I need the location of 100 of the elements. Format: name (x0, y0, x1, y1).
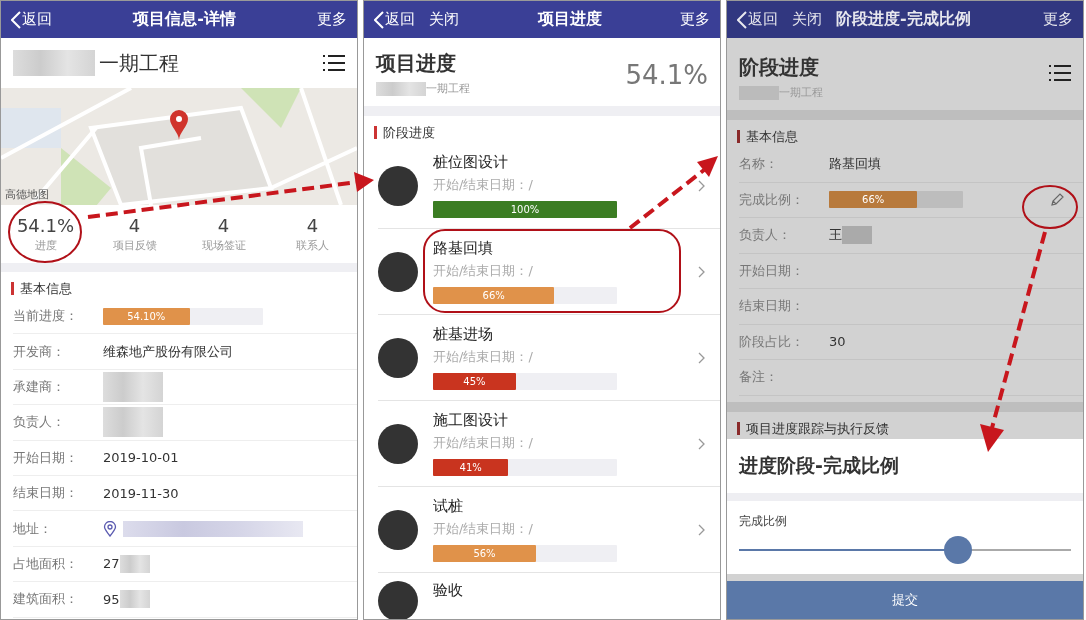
location-pin-icon (103, 520, 117, 537)
stage-dates: 开始/结束日期：/ (433, 348, 534, 366)
field-label: 当前进度： (13, 307, 79, 326)
field-label: 完成比例 (738, 512, 788, 530)
field-label: 开发商： (13, 342, 66, 361)
menu-icon[interactable] (323, 54, 345, 72)
section-heading: 基本信息 (11, 282, 357, 295)
progress-fill: 56% (433, 545, 537, 562)
field-label: 开始日期： (13, 448, 79, 467)
avatar-photo-placeholder (378, 509, 418, 550)
avatar-photo-placeholder (378, 165, 418, 206)
slider[interactable] (739, 535, 1071, 564)
chevron-icon (11, 10, 21, 29)
field-label: 负责人： (13, 413, 66, 432)
field-value: 30 (829, 334, 846, 350)
stage-list-item[interactable]: 验收 (378, 573, 720, 619)
blurred-text-placeholder (376, 81, 426, 96)
back-button[interactable]: 返回 (11, 10, 52, 29)
stage-list-item[interactable]: 试桩 开始/结束日期：/ 56% (378, 487, 720, 573)
stat-button[interactable]: 4 现场签证 (179, 205, 268, 263)
page-title: 阶段进度 (739, 54, 820, 81)
field-value: 路基回填 (829, 155, 881, 174)
stage-name: 路基回填 (433, 239, 494, 258)
stage-name: 试桩 (433, 497, 464, 516)
stage-list-item[interactable]: 桩位图设计 开始/结束日期：/ 100% (378, 143, 720, 229)
pencil-icon[interactable] (1049, 191, 1065, 208)
screen-title: 项目信息-详情 (131, 9, 237, 30)
field-label: 负责人： (739, 226, 792, 245)
field-label: 开始日期： (739, 261, 805, 280)
progress-fill: 66% (829, 191, 918, 209)
stage-dates: 开始/结束日期：/ (433, 176, 534, 194)
sheet-title: 进度阶段-完成比例 (727, 438, 1083, 501)
field-label: 地址： (13, 519, 53, 538)
progress-fill: 100% (433, 201, 617, 218)
progress-fill: 41% (433, 459, 509, 476)
field-label: 备注： (739, 368, 779, 387)
back-button[interactable]: 返回 (737, 10, 778, 29)
avatar-photo-placeholder (378, 337, 418, 378)
stage-name: 验收 (433, 581, 464, 600)
stage-list-item[interactable]: 桩基进场 开始/结束日期：/ 45% (378, 315, 720, 401)
blurred-text-placeholder (119, 590, 150, 609)
chevron-icon (374, 10, 384, 29)
close-button[interactable]: 关闭 (429, 10, 459, 29)
stage-name: 桩位图设计 (433, 153, 509, 172)
stat-button[interactable]: 54.1% 进度 (1, 205, 90, 263)
field-label: 阶段占比： (739, 332, 805, 351)
field-value: 2019-10-01 (103, 450, 179, 466)
blurred-text-placeholder (119, 554, 150, 573)
stat-button[interactable]: 4 联系人 (268, 205, 357, 263)
blurred-text-placeholder (103, 371, 163, 402)
more-button[interactable]: 更多 (680, 10, 710, 29)
chevron-right-icon (698, 179, 706, 192)
chevron-right-icon (698, 265, 706, 278)
field-value: 95 (103, 591, 120, 607)
screen-title: 项目进度 (536, 9, 603, 30)
page-title: 项目进度 (376, 50, 457, 77)
field-label: 建筑面积： (13, 590, 79, 609)
field-label: 承建商： (13, 377, 66, 396)
stage-name: 施工图设计 (433, 411, 509, 430)
more-button[interactable]: 更多 (1043, 10, 1073, 29)
field-label: 结束日期： (739, 297, 805, 316)
project-subtitle: 一期工程 (426, 81, 470, 96)
field-value: 2019-11-30 (103, 485, 179, 501)
stage-dates: 开始/结束日期：/ (433, 434, 534, 452)
chevron-right-icon (698, 351, 706, 364)
menu-icon[interactable] (1049, 64, 1071, 82)
field-label: 完成比例： (739, 190, 805, 209)
avatar-photo-placeholder (378, 423, 418, 464)
stage-list-item[interactable]: 路基回填 开始/结束日期：/ 66% (378, 229, 720, 315)
field-value: 27 (103, 556, 120, 572)
progress-fill: 66% (433, 287, 555, 304)
stat-button[interactable]: 4 项目反馈 (90, 205, 179, 263)
section-heading: 基本信息 (737, 130, 1083, 143)
section-heading: 阶段进度 (374, 126, 720, 139)
overall-progress-value: 54.1% (625, 60, 708, 90)
chevron-icon (737, 10, 747, 29)
slider-thumb[interactable] (944, 535, 973, 564)
field-label: 名称： (739, 155, 779, 174)
field-value: 维森地产股份有限公司 (103, 342, 233, 361)
close-button[interactable]: 关闭 (792, 10, 822, 29)
submit-button[interactable]: 提交 (727, 581, 1083, 619)
stage-dates: 开始/结束日期：/ (433, 262, 534, 280)
blurred-text-placeholder (842, 226, 872, 245)
field-value: 王 (829, 226, 842, 245)
chevron-right-icon (698, 523, 706, 536)
screen-title: 阶段进度-完成比例 (836, 9, 972, 30)
blurred-text-placeholder (103, 407, 163, 438)
more-button[interactable]: 更多 (317, 10, 347, 29)
chevron-right-icon (698, 437, 706, 450)
field-label: 结束日期： (13, 484, 79, 503)
field-label: 占地面积： (13, 554, 79, 573)
avatar-photo-placeholder (378, 251, 418, 292)
progress-fill: 45% (433, 373, 516, 390)
project-title: 一期工程 (99, 49, 179, 77)
back-button[interactable]: 返回 (374, 10, 415, 29)
avatar-photo-placeholder (378, 581, 418, 619)
progress-fill: 54.10% (103, 307, 190, 325)
stage-list-item[interactable]: 施工图设计 开始/结束日期：/ 41% (378, 401, 720, 487)
stage-dates: 开始/结束日期：/ (433, 520, 534, 538)
stage-name: 桩基进场 (433, 325, 494, 344)
